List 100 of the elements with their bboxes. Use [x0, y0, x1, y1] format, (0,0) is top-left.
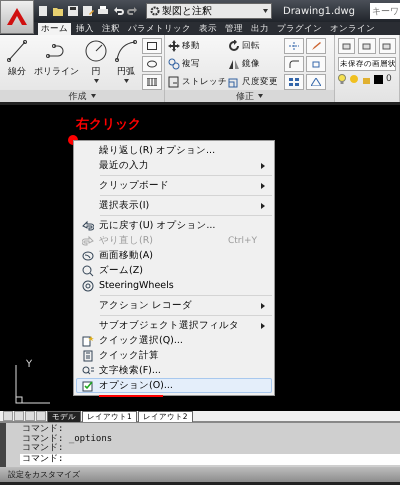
menu-item[interactable]: サブオブジェクト選択フィルタ: [76, 318, 272, 333]
qselect-icon: [82, 334, 94, 346]
modify-tool-button[interactable]: ストレッチ: [168, 74, 228, 90]
ribbon-tab[interactable]: パラメトリック: [125, 23, 194, 35]
submenu-arrow-icon: [261, 202, 265, 208]
menu-item[interactable]: 選択表示(I): [76, 198, 272, 213]
menu-item[interactable]: クイック選択(Q)...: [76, 333, 272, 348]
find-icon: [82, 364, 94, 376]
hatch-button[interactable]: [142, 74, 162, 90]
panel-title[interactable]: 作成: [0, 90, 164, 102]
ribbon-tab[interactable]: 出力: [248, 23, 272, 35]
ribbon-tab[interactable]: ホーム: [38, 23, 71, 35]
color-swatch-icon: [374, 74, 383, 84]
menu-item[interactable]: 画面移動(A): [76, 248, 272, 263]
gear-icon: [150, 6, 160, 16]
status-text: 設定をカスタマイズ: [8, 469, 80, 480]
pan-icon: [82, 250, 94, 262]
command-history-line: コマンド: _options: [22, 434, 114, 444]
layer-tool-button[interactable]: [378, 38, 396, 54]
open-icon[interactable]: [52, 5, 64, 17]
ellipse-button[interactable]: [142, 56, 162, 72]
offset-button[interactable]: [306, 74, 326, 90]
workspace-dropdown[interactable]: 製図と注釈: [146, 3, 272, 19]
redo-icon[interactable]: [127, 5, 139, 17]
ellipse-icon: [147, 60, 157, 68]
draw-tool-button[interactable]: 円: [82, 38, 110, 90]
undo-icon: [82, 220, 94, 232]
ribbon-tab[interactable]: 管理: [222, 23, 246, 35]
erase-button[interactable]: [306, 38, 326, 54]
layer-tool-button[interactable]: [338, 38, 356, 54]
move-icon: [168, 40, 180, 52]
ribbon-tab[interactable]: 表示: [196, 23, 220, 35]
rectangle-button[interactable]: [142, 38, 162, 54]
lightbulb-icon: [338, 74, 346, 84]
print-icon[interactable]: [97, 5, 109, 17]
arc-icon: [113, 38, 139, 64]
fillet-button[interactable]: [284, 56, 304, 72]
menu-item[interactable]: アクション レコーダ: [76, 298, 272, 313]
command-input[interactable]: コマンド:: [20, 454, 400, 465]
panel-title[interactable]: 修正: [165, 90, 334, 102]
copy-icon: [168, 58, 180, 70]
new-icon[interactable]: [37, 5, 49, 17]
rotate-icon: [228, 40, 240, 52]
app-logo-icon: [6, 7, 28, 27]
zoom-icon: [82, 264, 94, 276]
trim-button[interactable]: [284, 38, 304, 54]
modify-tool-button[interactable]: 複写: [168, 56, 228, 72]
modify-tool-button[interactable]: 尺度変更: [228, 74, 282, 90]
ribbon-tab[interactable]: 注釈: [99, 23, 123, 35]
ribbon-tab[interactable]: オンライン: [327, 23, 378, 35]
menu-item[interactable]: クリップボード: [76, 178, 272, 193]
redo-icon: [82, 234, 94, 246]
menu-item[interactable]: 文字検索(F)...: [76, 363, 272, 378]
command-history-line: コマンド:: [22, 444, 64, 454]
layer-tool-button[interactable]: [358, 38, 376, 54]
array-icon: [289, 78, 299, 86]
menu-item[interactable]: クイック計算: [76, 348, 272, 363]
draw-tool-button[interactable]: ポリライン: [33, 38, 80, 90]
saveas-icon[interactable]: [82, 5, 94, 17]
menu-item[interactable]: ズーム(Z): [76, 263, 272, 278]
caret-icon: [90, 94, 96, 98]
caret-icon: [94, 79, 98, 83]
application-menu-button[interactable]: [0, 0, 34, 34]
caret-icon: [263, 9, 268, 13]
hatch-icon: [147, 78, 157, 86]
undo-icon[interactable]: [112, 5, 124, 17]
menu-item[interactable]: 最近の入力: [76, 158, 272, 173]
search-field[interactable]: キーワ: [370, 3, 400, 19]
submenu-arrow-icon: [261, 182, 265, 188]
fillet-icon: [289, 60, 299, 68]
menu-item[interactable]: SteeringWheels: [76, 278, 272, 293]
annotation-label: 右クリック: [76, 116, 141, 133]
draw-tool-button[interactable]: 線分: [3, 38, 31, 90]
submenu-arrow-icon: [261, 322, 265, 328]
pencil-icon: [311, 42, 321, 50]
wheel-icon: [82, 280, 94, 292]
save-icon[interactable]: [67, 5, 79, 17]
sun-icon: [349, 74, 359, 84]
draw-tool-button[interactable]: 円弧: [112, 38, 140, 90]
layer-name: 0: [386, 74, 392, 84]
calc-icon: [82, 350, 94, 362]
document-title: Drawing1.dwg: [283, 6, 355, 16]
explode-button[interactable]: [306, 56, 326, 72]
ribbon-tab[interactable]: 挿入: [73, 23, 97, 35]
ribbon-tab[interactable]: プラグイン: [274, 23, 325, 35]
submenu-arrow-icon: [261, 162, 265, 168]
command-history-line: コマンド:: [22, 425, 64, 434]
menu-item[interactable]: 元に戻す(U) オプション...: [76, 218, 272, 233]
options-icon: [82, 380, 94, 392]
array-button[interactable]: [284, 74, 304, 90]
modify-tool-button[interactable]: 移動: [168, 38, 228, 54]
submenu-arrow-icon: [261, 302, 265, 308]
trim-icon: [289, 42, 299, 50]
highlight-underline: [99, 395, 163, 397]
modify-tool-button[interactable]: 回転: [228, 38, 282, 54]
modify-tool-button[interactable]: 鏡像: [228, 56, 282, 72]
mirror-icon: [228, 58, 240, 70]
caret-icon: [258, 94, 263, 98]
menu-item[interactable]: 繰り返し(R) オプション...: [76, 143, 272, 158]
explode-icon: [311, 60, 321, 68]
